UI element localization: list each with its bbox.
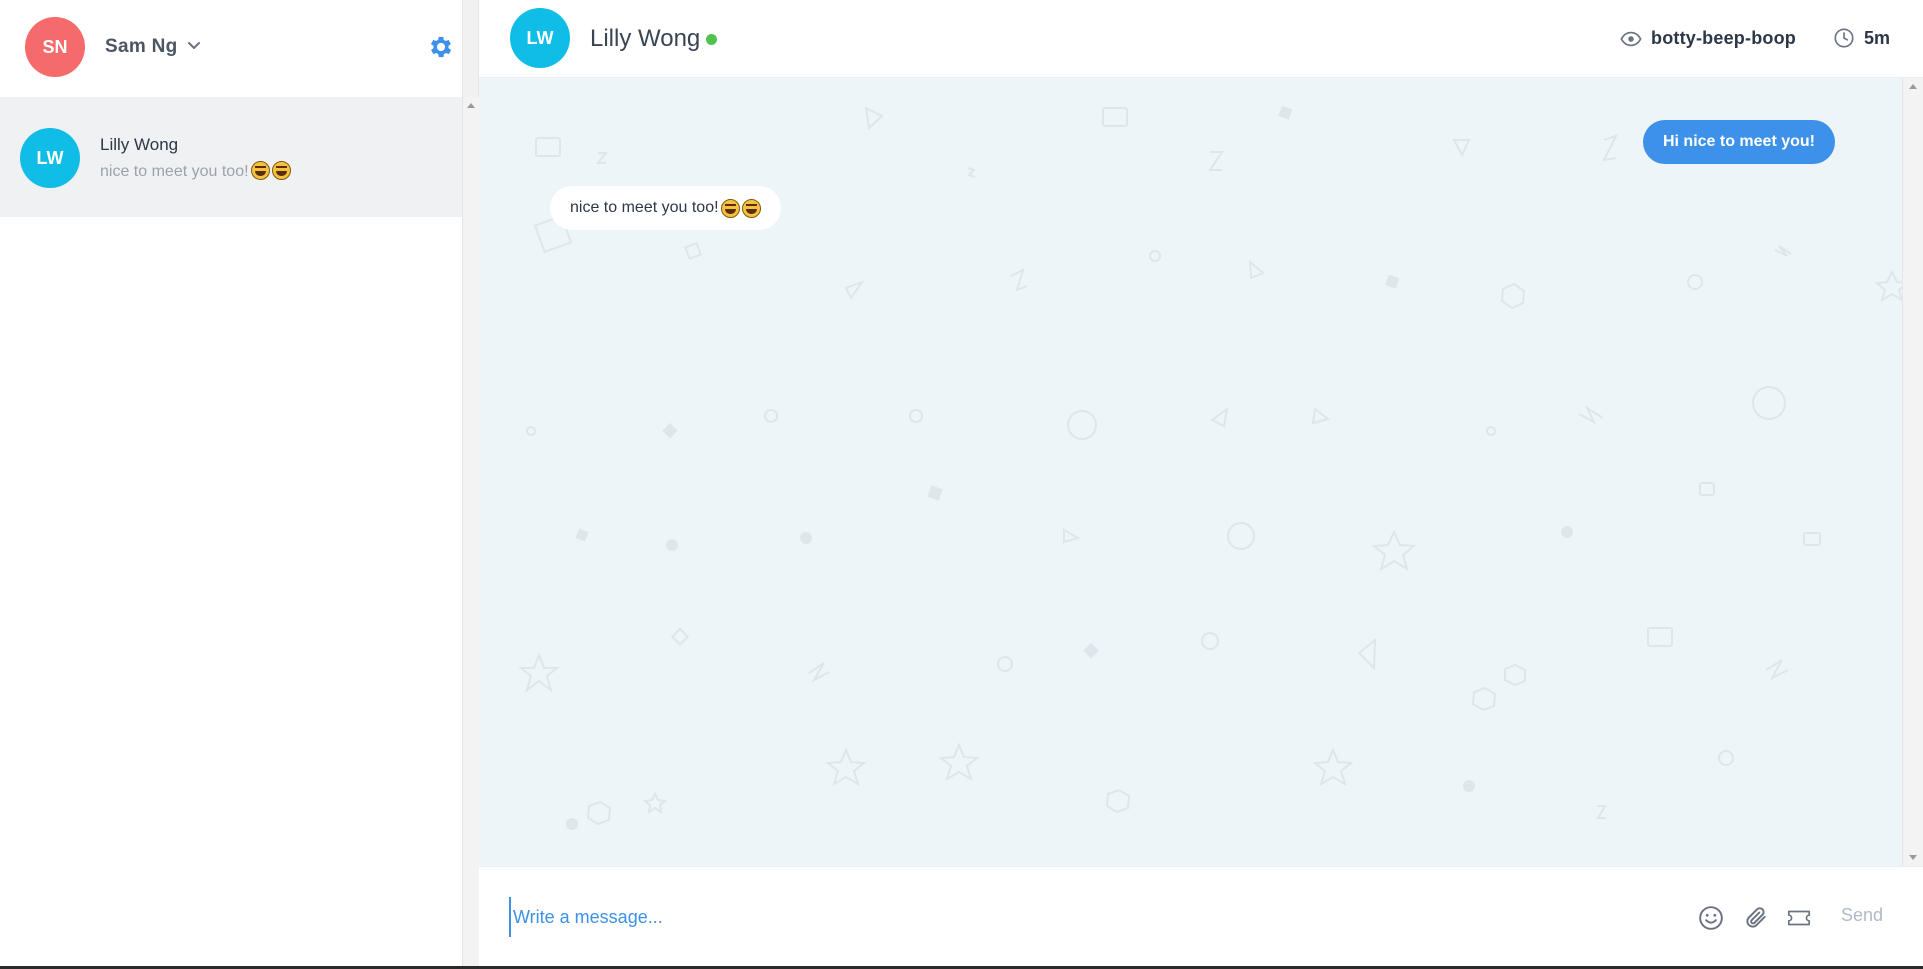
scroll-up-arrow-icon[interactable] xyxy=(467,103,475,108)
ticket-icon[interactable] xyxy=(1786,905,1812,931)
scroll-up-arrow-icon[interactable] xyxy=(1909,84,1917,89)
sidebar: SN Sam Ng LW Lilly Wong nice to meet you… xyxy=(0,0,462,966)
emoji-picker-icon[interactable] xyxy=(1698,905,1724,931)
message-area: Hi nice to meet you! nice to meet you to… xyxy=(479,78,1902,866)
app-window: SN Sam Ng LW Lilly Wong nice to meet you… xyxy=(0,0,1923,969)
sidebar-header: SN Sam Ng xyxy=(0,0,462,97)
conversation-preview-text: nice to meet you too! xyxy=(100,163,249,180)
conversation-list: LW Lilly Wong nice to meet you too! xyxy=(0,97,462,966)
outgoing-message: Hi nice to meet you! xyxy=(1642,120,1835,164)
scroll-down-arrow-icon[interactable] xyxy=(1909,855,1917,860)
contact-name: Lilly Wong xyxy=(590,25,701,52)
incoming-message: nice to meet you too! xyxy=(550,186,781,230)
send-button[interactable]: Send xyxy=(1841,905,1883,926)
incoming-message-text: nice to meet you too! xyxy=(570,199,719,216)
eye-icon xyxy=(1620,31,1642,47)
channel-name[interactable]: botty-beep-boop xyxy=(1651,28,1796,49)
message-composer: Send xyxy=(479,866,1923,966)
time-since-activity: 5m xyxy=(1864,28,1891,48)
chat-header: LW Lilly Wong botty-beep-boop 5m xyxy=(479,0,1923,78)
grinning-emoji-icon xyxy=(741,198,761,218)
sidebar-scrollbar[interactable] xyxy=(462,97,479,966)
conversation-avatar: LW xyxy=(20,128,80,188)
clock-icon xyxy=(1834,28,1854,48)
message-input[interactable] xyxy=(509,897,1609,937)
conversation-item[interactable]: LW Lilly Wong nice to meet you too! xyxy=(0,97,462,217)
chat-panel: LW Lilly Wong botty-beep-boop 5m Hi nice… xyxy=(479,0,1923,966)
paperclip-icon[interactable] xyxy=(1743,905,1769,931)
grinning-emoji-icon xyxy=(720,198,740,218)
conversation-preview: nice to meet you too! xyxy=(100,161,291,181)
chevron-down-icon[interactable] xyxy=(186,38,202,54)
contact-avatar[interactable]: LW xyxy=(510,8,570,68)
conversation-name: Lilly Wong xyxy=(100,135,179,154)
grinning-emoji-icon xyxy=(271,161,291,180)
current-user-avatar[interactable]: SN xyxy=(25,17,85,77)
current-user-name[interactable]: Sam Ng xyxy=(105,36,178,58)
messages-scrollbar[interactable] xyxy=(1902,78,1923,866)
online-status-indicator xyxy=(706,34,717,45)
gear-icon[interactable] xyxy=(427,33,455,61)
grinning-emoji-icon xyxy=(250,161,270,180)
